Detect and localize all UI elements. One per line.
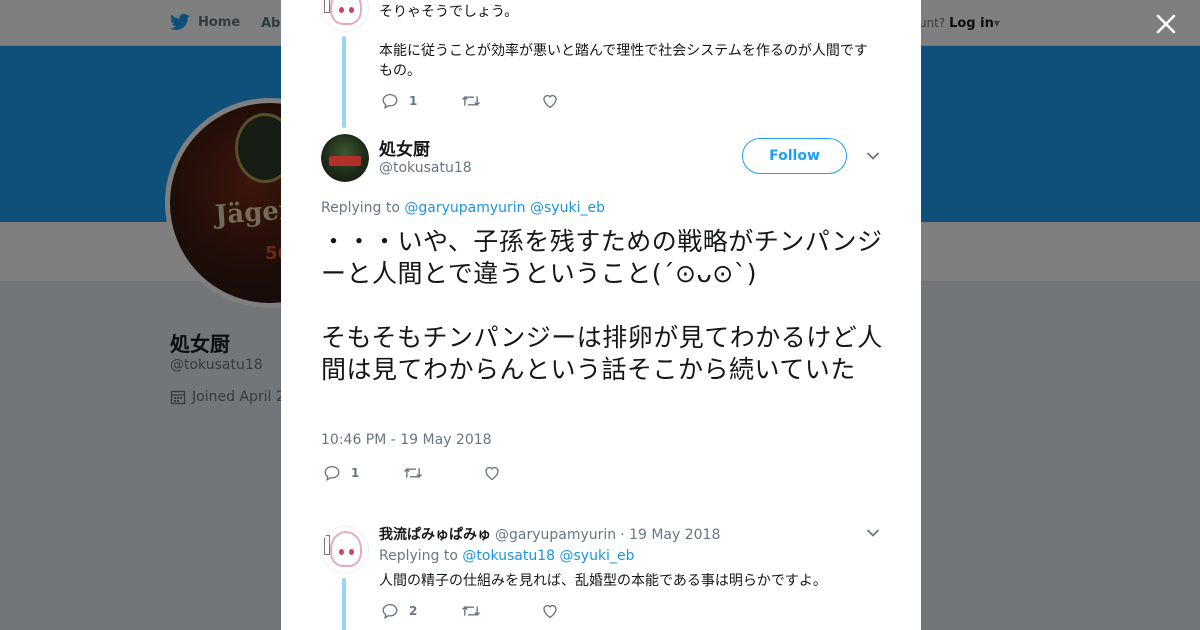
like-button[interactable]	[541, 92, 559, 110]
replying-prefix: Replying to	[321, 200, 405, 216]
replying-prefix: Replying to	[379, 548, 463, 564]
reply-count: 2	[409, 604, 418, 618]
next-tweet-header: 我流ぱみゅぱみゅ @garyupamyurin · 19 May 2018	[379, 524, 720, 544]
tweet-modal: そりゃそうでしょう。 本能に従うことが効率が悪いと踏んで理性で社会システムを作る…	[281, 0, 921, 630]
main-tweet-timestamp[interactable]: 10:46 PM - 19 May 2018	[321, 432, 492, 448]
reply-button[interactable]: 1	[381, 92, 461, 110]
next-tweet-handle[interactable]: @garyupamyurin	[495, 527, 616, 543]
retweet-button[interactable]	[403, 464, 483, 482]
reply-to-link-1[interactable]: @tokusatu18	[462, 548, 555, 564]
next-tweet-text: 人間の精子の仕組みを見れば、乱婚型の本能である事は明らかですよ。	[379, 573, 827, 589]
next-tweet-date[interactable]: · 19 May 2018	[620, 527, 720, 543]
heart-icon	[543, 604, 557, 619]
main-tweet-avatar[interactable]	[321, 134, 369, 182]
close-icon[interactable]	[1154, 12, 1178, 36]
retweet-icon	[462, 96, 480, 106]
like-button[interactable]	[483, 464, 501, 482]
main-tweet-paragraph-2: そもそもチンパンジーは排卵が見てわかるけど人間は見てわからんという話そこから続い…	[321, 323, 883, 384]
retweet-button[interactable]	[461, 602, 541, 620]
retweet-button[interactable]	[461, 92, 541, 110]
retweet-icon	[404, 468, 422, 478]
next-replying-to: Replying to @tokusatu18 @syuki_eb	[379, 548, 634, 564]
prev-tweet-avatar[interactable]	[321, 0, 369, 32]
reply-count: 1	[351, 466, 360, 480]
next-tweet-name[interactable]: 我流ぱみゅぱみゅ	[379, 524, 491, 544]
prev-tweet-actions: 1	[381, 92, 559, 110]
jager-avatar-image	[321, 134, 369, 182]
next-tweet-actions: 2	[381, 602, 559, 620]
main-tweet-paragraph-1: ・・・いや、子孫を残すための戦略がチンパンジーと人間とで違うということ(´⊙ᴗ⊙…	[321, 227, 883, 288]
prev-tweet-text-line3: もの。	[379, 63, 421, 79]
heart-icon	[485, 466, 499, 481]
reply-to-link-2[interactable]: @syuki_eb	[560, 548, 635, 564]
reply-icon	[382, 93, 398, 110]
reply-to-link-2[interactable]: @syuki_eb	[530, 200, 605, 216]
reply-icon	[324, 465, 340, 482]
chevron-down-icon[interactable]	[866, 151, 880, 161]
reply-icon	[382, 603, 398, 620]
main-tweet-text: ・・・いや、子孫を残すための戦略がチンパンジーと人間とで違うということ(´⊙ᴗ⊙…	[321, 226, 891, 386]
prev-tweet-text-line2: 本能に従うことが効率が悪いと踏んで理性で社会システムを作るのが人間です	[379, 43, 868, 59]
main-tweet-handle[interactable]: @tokusatu18	[379, 160, 472, 176]
heart-icon	[543, 94, 557, 109]
main-tweet-actions: 1	[323, 464, 501, 482]
anime-avatar-image	[321, 526, 369, 574]
thread-connector	[342, 36, 346, 128]
prev-tweet-text-line1: そりゃそうでしょう。	[379, 4, 519, 20]
follow-button[interactable]: Follow	[742, 138, 847, 174]
reply-button[interactable]: 2	[381, 602, 461, 620]
main-tweet-name[interactable]: 処女厨	[379, 135, 430, 160]
retweet-icon	[462, 606, 480, 616]
chevron-down-icon[interactable]	[866, 528, 880, 538]
reply-count: 1	[409, 94, 418, 108]
next-tweet-avatar[interactable]	[321, 526, 369, 574]
reply-to-link-1[interactable]: @garyupamyurin	[404, 200, 525, 216]
reply-button[interactable]: 1	[323, 464, 403, 482]
main-replying-to: Replying to @garyupamyurin @syuki_eb	[321, 200, 605, 216]
thread-connector	[342, 578, 346, 630]
anime-avatar-image	[321, 0, 369, 32]
like-button[interactable]	[541, 602, 559, 620]
